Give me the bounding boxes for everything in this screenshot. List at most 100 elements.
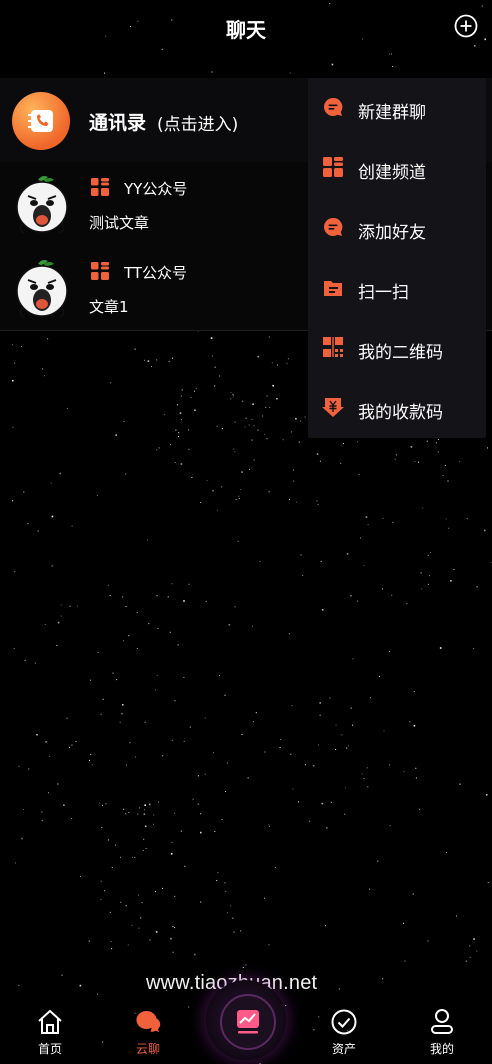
star [144, 804, 146, 806]
star [320, 560, 322, 562]
star [162, 755, 164, 757]
page-title: 聊天 [226, 18, 266, 42]
star [122, 596, 124, 598]
add-menu-button[interactable] [454, 14, 478, 38]
star [415, 777, 417, 779]
star [363, 565, 365, 567]
star [80, 875, 81, 877]
star [66, 407, 68, 409]
star [13, 648, 15, 649]
chat-preview: 测试文章 [89, 214, 150, 232]
chat-bubble-icon [324, 217, 343, 236]
star [168, 360, 170, 362]
star [172, 951, 174, 953]
star [210, 337, 213, 339]
star [369, 888, 371, 890]
star [412, 893, 414, 895]
star [59, 472, 61, 475]
star [183, 600, 185, 602]
star [485, 794, 488, 796]
star [164, 414, 166, 416]
star [319, 702, 321, 704]
star [232, 917, 234, 919]
star [174, 812, 176, 814]
star [137, 813, 139, 815]
star [473, 648, 475, 650]
star [233, 931, 235, 933]
star [429, 575, 430, 577]
star [126, 764, 127, 766]
star [111, 867, 113, 868]
tab-me[interactable]: 我的 [410, 1008, 474, 1062]
tab-assets[interactable]: 资产 [312, 1008, 376, 1062]
star [317, 744, 319, 746]
star [128, 635, 130, 637]
star [298, 441, 300, 443]
star [192, 798, 194, 800]
star [414, 461, 416, 463]
menu-item-my-payment-code[interactable]: 我的收款码 [308, 378, 486, 438]
star [367, 524, 369, 525]
star [413, 724, 416, 727]
star [389, 651, 390, 652]
top-bar: 聊天 [0, 0, 492, 56]
star [102, 804, 103, 806]
menu-item-new-group[interactable]: 新建群聊 [308, 78, 486, 138]
star [257, 355, 259, 358]
star [109, 595, 111, 596]
star [190, 397, 192, 398]
star [241, 471, 243, 473]
star [365, 516, 368, 518]
star [268, 336, 270, 338]
star [317, 504, 319, 505]
star [225, 890, 227, 892]
star [112, 672, 114, 674]
star [268, 491, 270, 493]
star [140, 917, 142, 919]
home-icon [38, 1009, 62, 1034]
star [90, 679, 92, 681]
star [356, 441, 358, 443]
star [241, 734, 243, 735]
menu-item-scan[interactable]: 扫一扫 [308, 258, 486, 318]
star [459, 461, 461, 463]
star [389, 825, 391, 827]
menu-item-add-friend[interactable]: 添加好友 [308, 198, 486, 258]
tab-chat[interactable]: 云聊 [116, 1008, 180, 1062]
star [156, 675, 158, 677]
star [205, 600, 207, 602]
star [290, 431, 292, 433]
star [27, 523, 29, 525]
chat-icon [136, 1010, 161, 1032]
star [279, 747, 281, 748]
star [138, 927, 140, 929]
star [214, 385, 216, 387]
star [44, 375, 45, 377]
star [248, 424, 250, 426]
star [316, 500, 318, 502]
menu-item-create-channel[interactable]: 创建频道 [308, 138, 486, 198]
official-account-icon [91, 262, 109, 280]
star [350, 595, 352, 597]
star [148, 623, 150, 625]
star [292, 788, 294, 790]
star [69, 605, 71, 607]
menu-item-my-qrcode[interactable]: 我的二维码 [308, 318, 486, 378]
star [51, 565, 54, 567]
star [184, 865, 186, 867]
star [259, 560, 261, 562]
star [377, 860, 379, 862]
star [242, 400, 244, 402]
star [346, 553, 349, 555]
chat-screen: 聊天 通讯录 (点击进入) YY公众号 测试文章 TT公众号 文章1 新建群聊 … [0, 0, 492, 1064]
star [360, 537, 361, 539]
tab-home[interactable]: 首页 [18, 1008, 82, 1062]
star [406, 603, 408, 605]
star [459, 783, 461, 785]
star [100, 713, 102, 715]
star [237, 540, 239, 542]
star [56, 644, 58, 646]
star [41, 811, 43, 813]
star [302, 574, 304, 576]
star [171, 739, 173, 741]
